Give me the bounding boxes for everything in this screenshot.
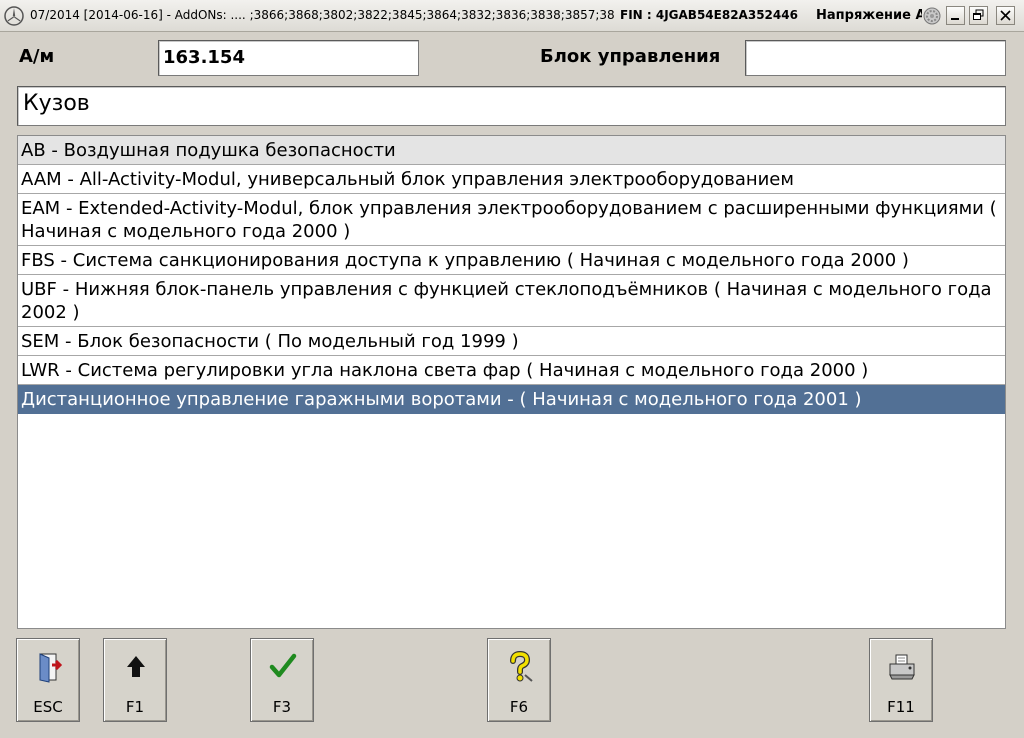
model-label: А/м xyxy=(19,46,55,67)
restore-icon xyxy=(973,9,984,20)
f1-button[interactable]: F1 xyxy=(103,638,167,722)
list-item[interactable]: FBS - Система санкционирования доступа к… xyxy=(18,246,1005,275)
checkmark-icon xyxy=(269,653,297,678)
printer-icon xyxy=(889,654,915,680)
battery-status-icon[interactable] xyxy=(923,7,941,25)
list-item[interactable]: UBF - Нижняя блок-панель управления с фу… xyxy=(18,275,1005,327)
list-item[interactable]: AB - Воздушная подушка безопасности xyxy=(18,136,1005,165)
f3-button[interactable]: F3 xyxy=(250,638,314,722)
f6-label: F6 xyxy=(509,698,529,716)
title-bar: 07/2014 [2014-06-16] - AddONs: .... ;386… xyxy=(0,0,1024,32)
model-value: 163.154 xyxy=(163,47,245,68)
list-item[interactable]: SEM - Блок безопасности ( По модельный г… xyxy=(18,327,1005,356)
close-button[interactable] xyxy=(996,6,1015,25)
mercedes-star-icon xyxy=(4,6,24,26)
list-item[interactable]: AAM - All-Activity-Modul, универсальный … xyxy=(18,165,1005,194)
list-item-selected[interactable]: Дистанционное управление гаражными ворот… xyxy=(18,385,1005,414)
f11-label: F11 xyxy=(887,698,915,716)
esc-button[interactable]: ESC xyxy=(16,638,80,722)
exit-door-icon xyxy=(39,653,63,683)
minimize-icon xyxy=(951,18,959,20)
minimize-button[interactable] xyxy=(946,6,965,25)
voltage-label: Напряжение АКБ xyxy=(816,8,922,23)
help-question-icon xyxy=(510,651,533,682)
close-icon xyxy=(1000,10,1011,21)
f3-label: F3 xyxy=(272,698,292,716)
control-unit-field xyxy=(745,40,1006,76)
arrow-up-icon xyxy=(127,656,145,677)
window-title: 07/2014 [2014-06-16] - AddONs: .... ;386… xyxy=(30,8,615,22)
list-item[interactable]: LWR - Система регулировки угла наклона с… xyxy=(18,356,1005,385)
esc-label: ESC xyxy=(33,698,63,716)
f11-button[interactable]: F11 xyxy=(869,638,933,722)
section-title: Кузов xyxy=(23,91,90,116)
section-field: Кузов xyxy=(17,86,1006,126)
f6-button[interactable]: F6 xyxy=(487,638,551,722)
list-item[interactable]: EAM - Extended-Activity-Modul, блок упра… xyxy=(18,194,1005,246)
control-unit-label: Блок управления xyxy=(540,46,721,67)
restore-button[interactable] xyxy=(969,6,988,25)
control-unit-list[interactable]: AB - Воздушная подушка безопасности AAM … xyxy=(17,135,1006,629)
model-field: 163.154 xyxy=(158,40,419,76)
f1-label: F1 xyxy=(125,698,145,716)
fin-label: FIN : 4JGAB54E82A352446 xyxy=(620,8,798,22)
